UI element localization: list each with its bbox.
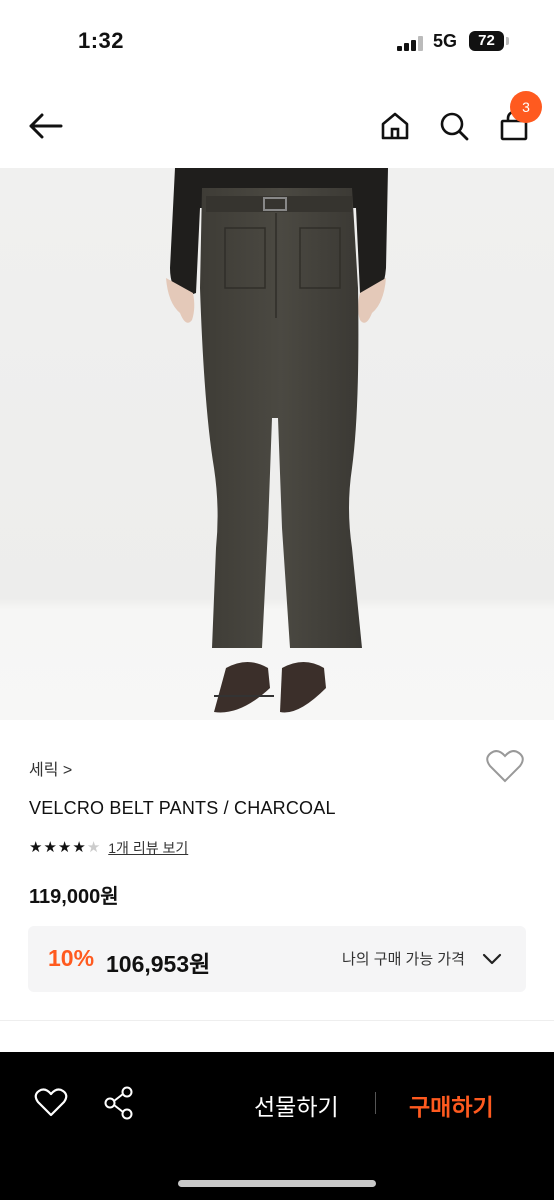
home-icon: [381, 112, 409, 140]
star-filled-icon: ★: [29, 839, 43, 856]
search-icon: [440, 112, 469, 141]
wishlist-button[interactable]: [486, 750, 526, 786]
battery-tip: [506, 37, 509, 45]
cart-count-badge: 3: [510, 91, 542, 123]
bottom-action-bar: 선물하기 구매하기: [0, 1052, 554, 1200]
review-link[interactable]: 1개 리뷰 보기: [108, 838, 188, 858]
status-bar: 1:32 5G 72: [0, 0, 554, 84]
star-filled-icon: ★: [43, 839, 57, 856]
price-box[interactable]: 10% 106,953원 나의 구매 가능 가격: [28, 926, 526, 992]
gift-button[interactable]: 선물하기: [254, 1088, 339, 1122]
button-separator: [375, 1092, 376, 1114]
brand-link[interactable]: 세릭 >: [29, 756, 72, 780]
cellular-signal-icon: [397, 36, 423, 51]
home-indicator[interactable]: [178, 1180, 376, 1187]
my-price-label: 나의 구매 가능 가격: [342, 951, 465, 968]
star-filled-icon: ★: [57, 839, 72, 856]
heart-icon: [486, 750, 524, 783]
network-type: 5G: [433, 31, 458, 51]
original-price: 119,000원: [29, 886, 119, 908]
heart-icon: [34, 1088, 68, 1117]
chevron-down-icon: [482, 953, 502, 965]
star-filled-icon: ★: [72, 839, 86, 856]
top-navigation: [0, 84, 554, 168]
share-button[interactable]: [102, 1085, 136, 1121]
bottom-wishlist-button[interactable]: [34, 1088, 68, 1118]
sale-price: 106,953원: [106, 951, 211, 977]
buy-button[interactable]: 구매하기: [409, 1088, 494, 1122]
battery-icon: 72: [469, 31, 504, 51]
home-button[interactable]: [376, 106, 414, 146]
search-button[interactable]: [434, 106, 474, 146]
status-time: 1:32: [78, 28, 125, 53]
share-icon: [104, 1086, 133, 1120]
star-empty-icon: ★: [86, 839, 101, 856]
arrow-left-icon: [29, 113, 63, 139]
section-divider: [0, 1020, 554, 1021]
product-image[interactable]: [0, 168, 554, 720]
star-rating: ★ ★ ★ ★ ★: [29, 840, 100, 856]
discount-rate: 10%: [48, 945, 95, 971]
product-title: VELCRO BELT PANTS / CHARCOAL: [29, 798, 336, 818]
rating-row: ★ ★ ★ ★ ★ 1개 리뷰 보기: [29, 838, 188, 858]
product-photo-illustration: [0, 168, 554, 720]
back-button[interactable]: [24, 106, 66, 146]
